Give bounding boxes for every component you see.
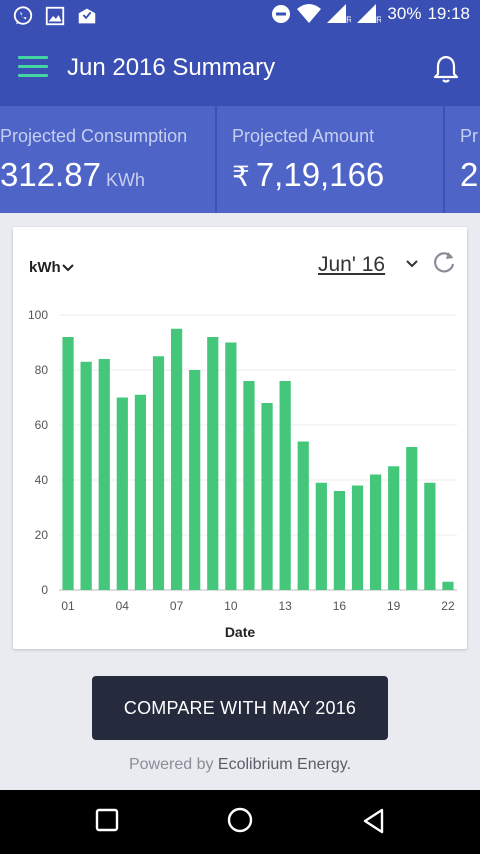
y-tick-label: 20 [35,528,49,542]
whatsapp-icon [13,6,33,25]
home-button[interactable] [227,807,253,833]
back-button[interactable] [362,808,386,834]
summary-value: ₹7,19,166 [232,156,385,193]
x-tick-label: 16 [333,599,347,613]
x-tick-label: 10 [224,599,238,613]
battery-percent: 30% [387,4,422,23]
chart-bar-19[interactable] [388,466,400,590]
x-tick-label: 13 [278,599,292,613]
mail-check-icon [78,8,96,24]
chart-bar-11[interactable] [243,381,255,590]
summary-card-amount[interactable]: Projected Amount ₹7,19,166 [217,106,443,213]
summary-card-consumption[interactable]: Projected Consumption 312.87 KWh [0,106,215,213]
bar-chart: 0 20 40 60 80 100 01 04 07 10 13 16 19 22 Date [28,308,457,640]
summary-label: Pr [460,126,478,146]
summary-strip[interactable]: Projected Consumption 312.87 KWh Projecte… [0,106,480,213]
system-nav-bar [0,790,480,854]
svg-text:R: R [376,15,381,24]
bell-icon[interactable] [432,54,460,84]
summary-unit: KWh [105,170,145,190]
chart-bar-07[interactable] [170,328,183,590]
y-tick-label: 80 [35,363,49,377]
y-tick-label: 60 [35,418,49,432]
x-tick-label: 22 [441,599,455,613]
y-tick-label: 100 [28,308,48,322]
chart-bar-22[interactable] [442,581,454,590]
x-tick-label: 19 [387,599,401,613]
svg-text:R: R [346,15,351,24]
powered-by: Powered by Ecolibrium Energy. [0,756,480,774]
wifi-icon [297,4,322,23]
chart-bar-12[interactable] [261,403,273,590]
chart-bar-06[interactable] [152,356,165,590]
rupee-symbol: ₹ [232,161,250,192]
chart-bar-14[interactable] [297,441,309,591]
signal-icon: R [327,4,351,24]
x-axis-label: Date [225,624,256,640]
summary-label: Projected Amount [232,126,375,146]
x-tick-label: 04 [116,599,130,613]
chart-bar-03[interactable] [98,359,110,590]
chart-bar-10[interactable] [225,342,237,591]
do-not-disturb-icon [272,5,291,23]
chart-bar-01[interactable] [62,337,74,590]
chart-bar-15[interactable] [315,482,327,590]
clock: 19:18 [427,4,470,23]
summary-label: Projected Consumption [0,126,188,146]
chart-bar-13[interactable] [279,381,291,590]
y-tick-label: 0 [41,583,48,597]
menu-icon[interactable] [18,56,48,80]
chart-bar-09[interactable] [207,337,219,590]
chart-bar-04[interactable] [116,397,128,591]
page-title: Jun 2016 Summary [67,54,276,81]
x-tick-label: 01 [61,599,75,613]
summary-value: 312.87 KWh [0,156,145,193]
chart-bar-08[interactable] [189,370,201,590]
chart-bar-18[interactable] [369,474,382,591]
status-bar: R R 30% 19:18 [0,0,480,32]
recent-apps-button[interactable] [95,808,119,832]
summary-value: 2 [460,156,479,193]
compare-button[interactable]: COMPARE WITH MAY 2016 [92,676,388,740]
y-tick-label: 40 [35,473,49,487]
chart-bar-17[interactable] [351,485,364,591]
image-icon [45,6,65,26]
brand-name: Ecolibrium Energy. [217,756,352,773]
chart-bar-16[interactable] [333,491,346,590]
chart-bar-20[interactable] [406,447,418,590]
x-tick-label: 07 [170,599,184,613]
chart-card: kWh Jun' 16 0 20 40 60 80 100 01 04 07 10 13 16 19 22… [13,227,467,649]
summary-card-partial[interactable]: Pr 2 [445,106,480,213]
chart-bar-21[interactable] [424,482,436,590]
signal-icon: R [357,4,381,24]
chart-bar-05[interactable] [134,394,147,590]
powered-by-label: Powered by [128,756,214,773]
app-bar: Jun 2016 Summary [0,32,480,106]
chart-bar-02[interactable] [80,361,92,590]
